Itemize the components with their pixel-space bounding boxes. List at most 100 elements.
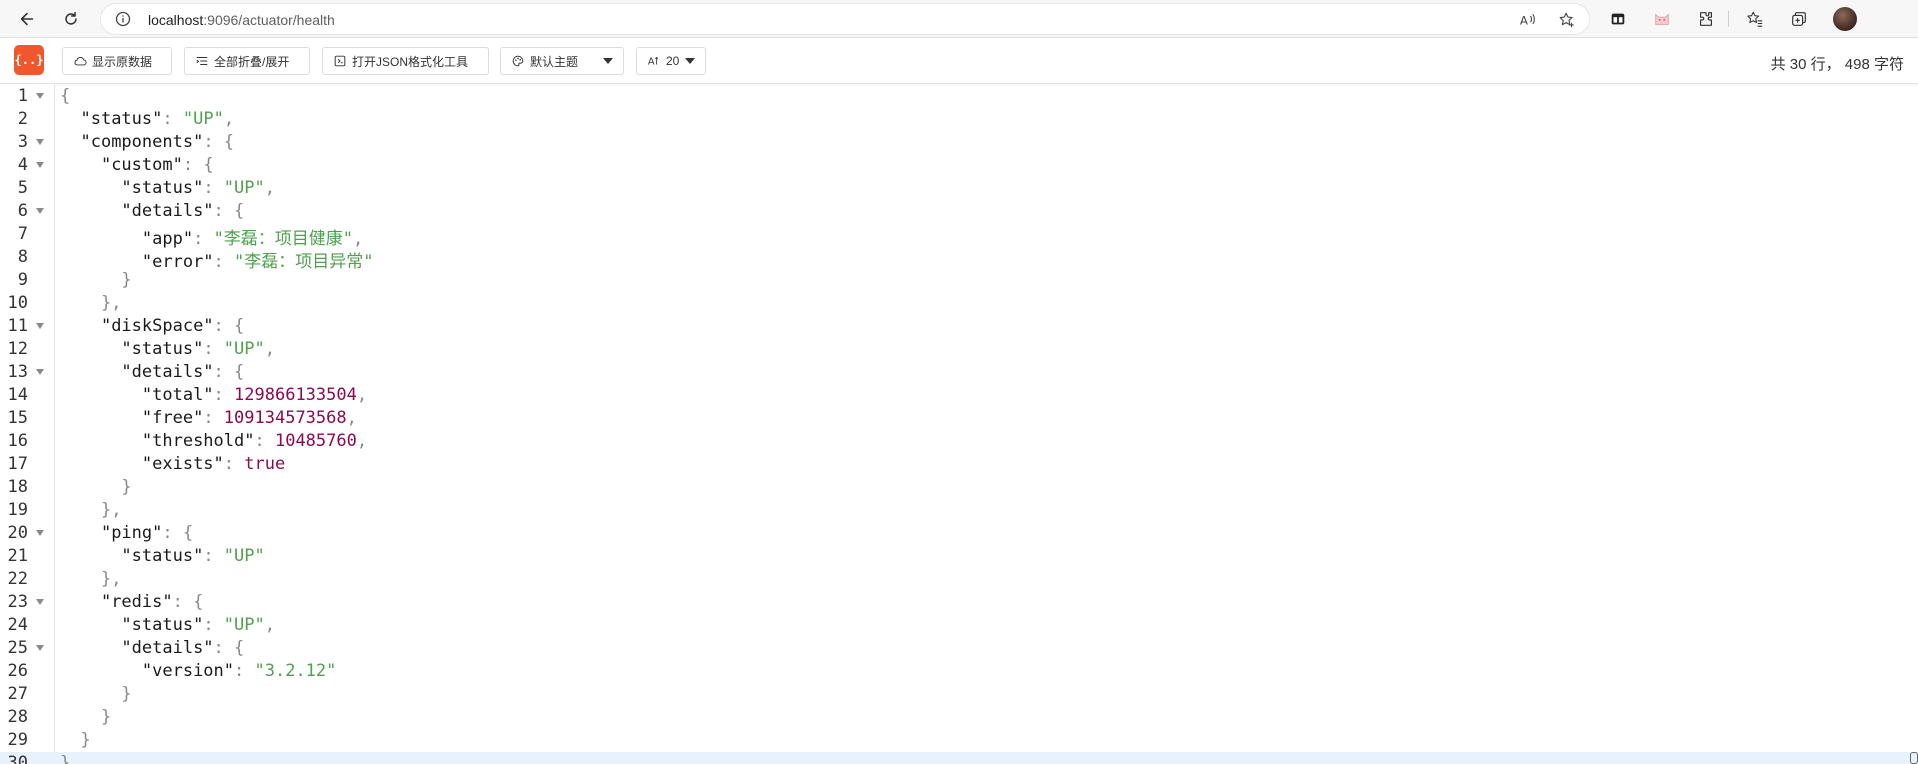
json-key: "ping" [100,523,163,543]
code-line[interactable]: 29 } [0,729,1918,752]
fold-toggle-icon[interactable] [36,599,44,605]
refresh-icon[interactable] [57,5,85,33]
line-number: 29 [7,730,28,750]
info-icon[interactable] [115,11,131,27]
theme-label: 默认主题 [530,54,579,69]
fold-toggle-icon[interactable] [36,530,44,536]
code-line[interactable]: 3 "components": { [0,131,1918,154]
json-viewer-logo[interactable]: {..} [14,45,44,75]
code-text: "details": { [60,201,244,221]
line-number: 27 [7,684,28,704]
fold-toggle-icon[interactable] [36,323,44,329]
code-line[interactable]: 7 "app": "李磊：项目健康", [0,223,1918,249]
favorites-icon[interactable] [1743,7,1767,31]
json-punctuation: , [223,109,235,129]
code-text: "status": "UP" [60,546,264,566]
code-line[interactable]: 17 "exists": true [0,453,1918,476]
code-line[interactable]: 20 "ping": { [0,522,1918,545]
code-line[interactable]: 8 "error": "李磊：项目异常" [0,246,1918,272]
code-line[interactable]: 21 "status": "UP" [0,545,1918,568]
code-text: } [60,730,90,750]
fold-toggle-icon[interactable] [36,93,44,99]
code-text: "free": 109134573568, [60,408,357,428]
code-text: "status": "UP", [60,178,275,198]
fold-toggle-icon[interactable] [36,162,44,168]
profile-avatar[interactable] [1833,7,1857,31]
json-key: "details" [121,201,214,221]
line-number: 10 [7,293,28,313]
code-line[interactable]: 28 } [0,706,1918,729]
line-number: 23 [7,592,28,612]
json-key: "version" [141,661,235,681]
show-raw-button[interactable]: 显示原数据 [62,47,172,75]
code-text: "exists": true [60,454,285,474]
code-line[interactable]: 13 "details": { [0,361,1918,384]
json-boolean: true [244,454,286,474]
back-arrow-icon[interactable] [13,5,41,33]
json-punctuation: : { [162,523,194,543]
code-line[interactable]: 10 }, [0,292,1918,315]
code-line[interactable]: 19 }, [0,499,1918,522]
json-key: "exists" [141,454,224,474]
collections-icon[interactable] [1787,7,1811,31]
fold-toggle-icon[interactable] [36,645,44,651]
url-text[interactable]: localhost:9096/actuator/health [148,12,335,28]
extension-sidebar-icon[interactable] [1606,7,1630,31]
json-punctuation: , [264,339,275,359]
code-line[interactable]: 11 "diskSpace": { [0,315,1918,338]
font-size-select[interactable]: A 20 [636,47,706,75]
extension-cat-icon[interactable] [1650,7,1674,31]
favorite-icon[interactable] [1557,10,1577,30]
code-line[interactable]: 26 "version": "3.2.12" [0,660,1918,683]
code-line[interactable]: 1{ [0,85,1918,108]
code-line[interactable]: 24 "status": "UP", [0,614,1918,637]
code-line[interactable]: 9 } [0,269,1918,292]
code-line[interactable]: 2 "status": "UP", [0,108,1918,131]
fold-toggle-icon[interactable] [36,208,44,214]
json-punctuation: : { [213,316,245,336]
code-text: "status": "UP", [60,109,234,129]
code-line[interactable]: 23 "redis": { [0,591,1918,614]
address-bar[interactable]: localhost:9096/actuator/health A [100,3,1590,35]
code-line[interactable]: 12 "status": "UP", [0,338,1918,361]
line-number: 21 [7,546,28,566]
json-punctuation: : [203,546,224,566]
read-aloud-icon[interactable]: A [1518,10,1538,30]
line-number: 20 [7,523,28,543]
code-line[interactable]: 18 } [0,476,1918,499]
code-text: }, [60,293,121,313]
code-line[interactable]: 15 "free": 109134573568, [0,407,1918,430]
code-line[interactable]: 6 "details": { [0,200,1918,223]
code-text: { [60,86,70,106]
extensions-icon[interactable] [1694,7,1718,31]
code-line[interactable]: 27 } [0,683,1918,706]
scrollbar-handle[interactable] [1910,752,1918,764]
fold-toggle-icon[interactable] [36,369,44,375]
code-line[interactable]: 22 }, [0,568,1918,591]
json-punctuation: } [100,707,112,727]
json-editor[interactable]: 1{2 "status": "UP", 3 "components": {4 "c… [0,84,1918,764]
open-json-tool-button[interactable]: 打开JSON格式化工具 [322,47,489,75]
code-line[interactable]: 16 "threshold": 10485760, [0,430,1918,453]
fold-toggle-icon[interactable] [36,139,44,145]
code-line[interactable]: 4 "custom": { [0,154,1918,177]
code-line[interactable]: 25 "details": { [0,637,1918,660]
json-punctuation: , [346,408,357,428]
code-line[interactable]: 5 "status": "UP", [0,177,1918,200]
json-key: "diskSpace" [100,316,214,336]
code-line[interactable]: 14 "total": 129866133504, [0,384,1918,407]
code-line[interactable]: 30} [0,752,1918,764]
font-size-label: 20 [666,54,680,68]
fold-all-button[interactable]: 全部折叠/展开 [184,47,310,75]
theme-select[interactable]: 默认主题 [500,47,624,75]
